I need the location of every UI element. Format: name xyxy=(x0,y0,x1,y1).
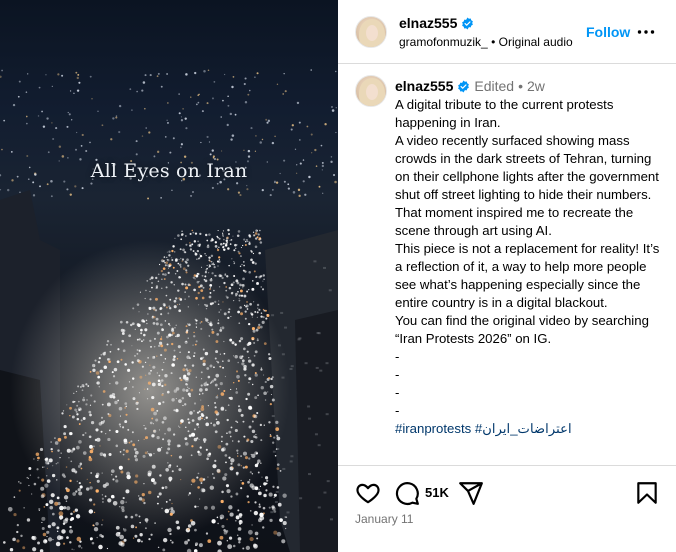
audio-separator: • xyxy=(491,35,496,49)
edited-label: Edited xyxy=(474,78,515,94)
audio-user[interactable]: gramofonmuzik_ xyxy=(399,35,488,49)
caption-line: - xyxy=(395,349,400,364)
media-overlay-text: All Eyes on Iran xyxy=(90,160,248,182)
share-icon[interactable] xyxy=(458,480,484,506)
caption-line: You can find the original video by searc… xyxy=(395,313,649,346)
post-panel: elnaz555 gramofonmuzik_ • Original audio… xyxy=(338,0,676,552)
action-bar: 51K January 11 xyxy=(338,465,676,552)
comment-icon[interactable] xyxy=(394,480,420,506)
post-date[interactable]: January 11 xyxy=(355,512,413,526)
caption-line: A digital tribute to the current protest… xyxy=(395,97,614,130)
caption-author-row: elnaz555 Edited • 2w xyxy=(395,78,545,94)
caption-area: elnaz555 Edited • 2w A digital tribute t… xyxy=(338,65,676,465)
post-header: elnaz555 gramofonmuzik_ • Original audio… xyxy=(338,0,676,64)
verified-badge-icon xyxy=(462,17,474,29)
caption-line: - xyxy=(395,367,400,382)
crowd-night-image xyxy=(0,69,338,552)
heart-icon[interactable] xyxy=(355,480,381,506)
caption-line: A video recently surfaced showing mass c… xyxy=(395,133,659,238)
caption-line: This piece is not a replacement for real… xyxy=(395,241,660,310)
follow-button[interactable]: Follow xyxy=(586,24,630,40)
author-name-row: elnaz555 xyxy=(399,15,474,31)
post-age[interactable]: 2w xyxy=(527,78,545,94)
author-avatar[interactable] xyxy=(355,16,387,48)
meta-separator: • xyxy=(518,78,523,94)
more-options-icon[interactable] xyxy=(636,22,656,42)
audio-info: gramofonmuzik_ • Original audio xyxy=(399,35,573,49)
audio-label[interactable]: Original audio xyxy=(499,35,573,49)
caption-text: A digital tribute to the current protest… xyxy=(395,96,663,438)
bookmark-icon[interactable] xyxy=(634,480,660,506)
caption-line: - xyxy=(395,403,400,418)
verified-badge-icon xyxy=(458,80,470,92)
hashtags-link[interactable]: #iranprotests #اعتراضات_ایران xyxy=(395,420,663,438)
post-media[interactable]: All Eyes on Iran xyxy=(0,0,338,552)
caption-author-username[interactable]: elnaz555 xyxy=(395,78,453,94)
caption-author-avatar[interactable] xyxy=(355,75,387,107)
caption-line: - xyxy=(395,385,400,400)
comment-count[interactable]: 51K xyxy=(425,485,449,500)
author-username[interactable]: elnaz555 xyxy=(399,15,457,31)
